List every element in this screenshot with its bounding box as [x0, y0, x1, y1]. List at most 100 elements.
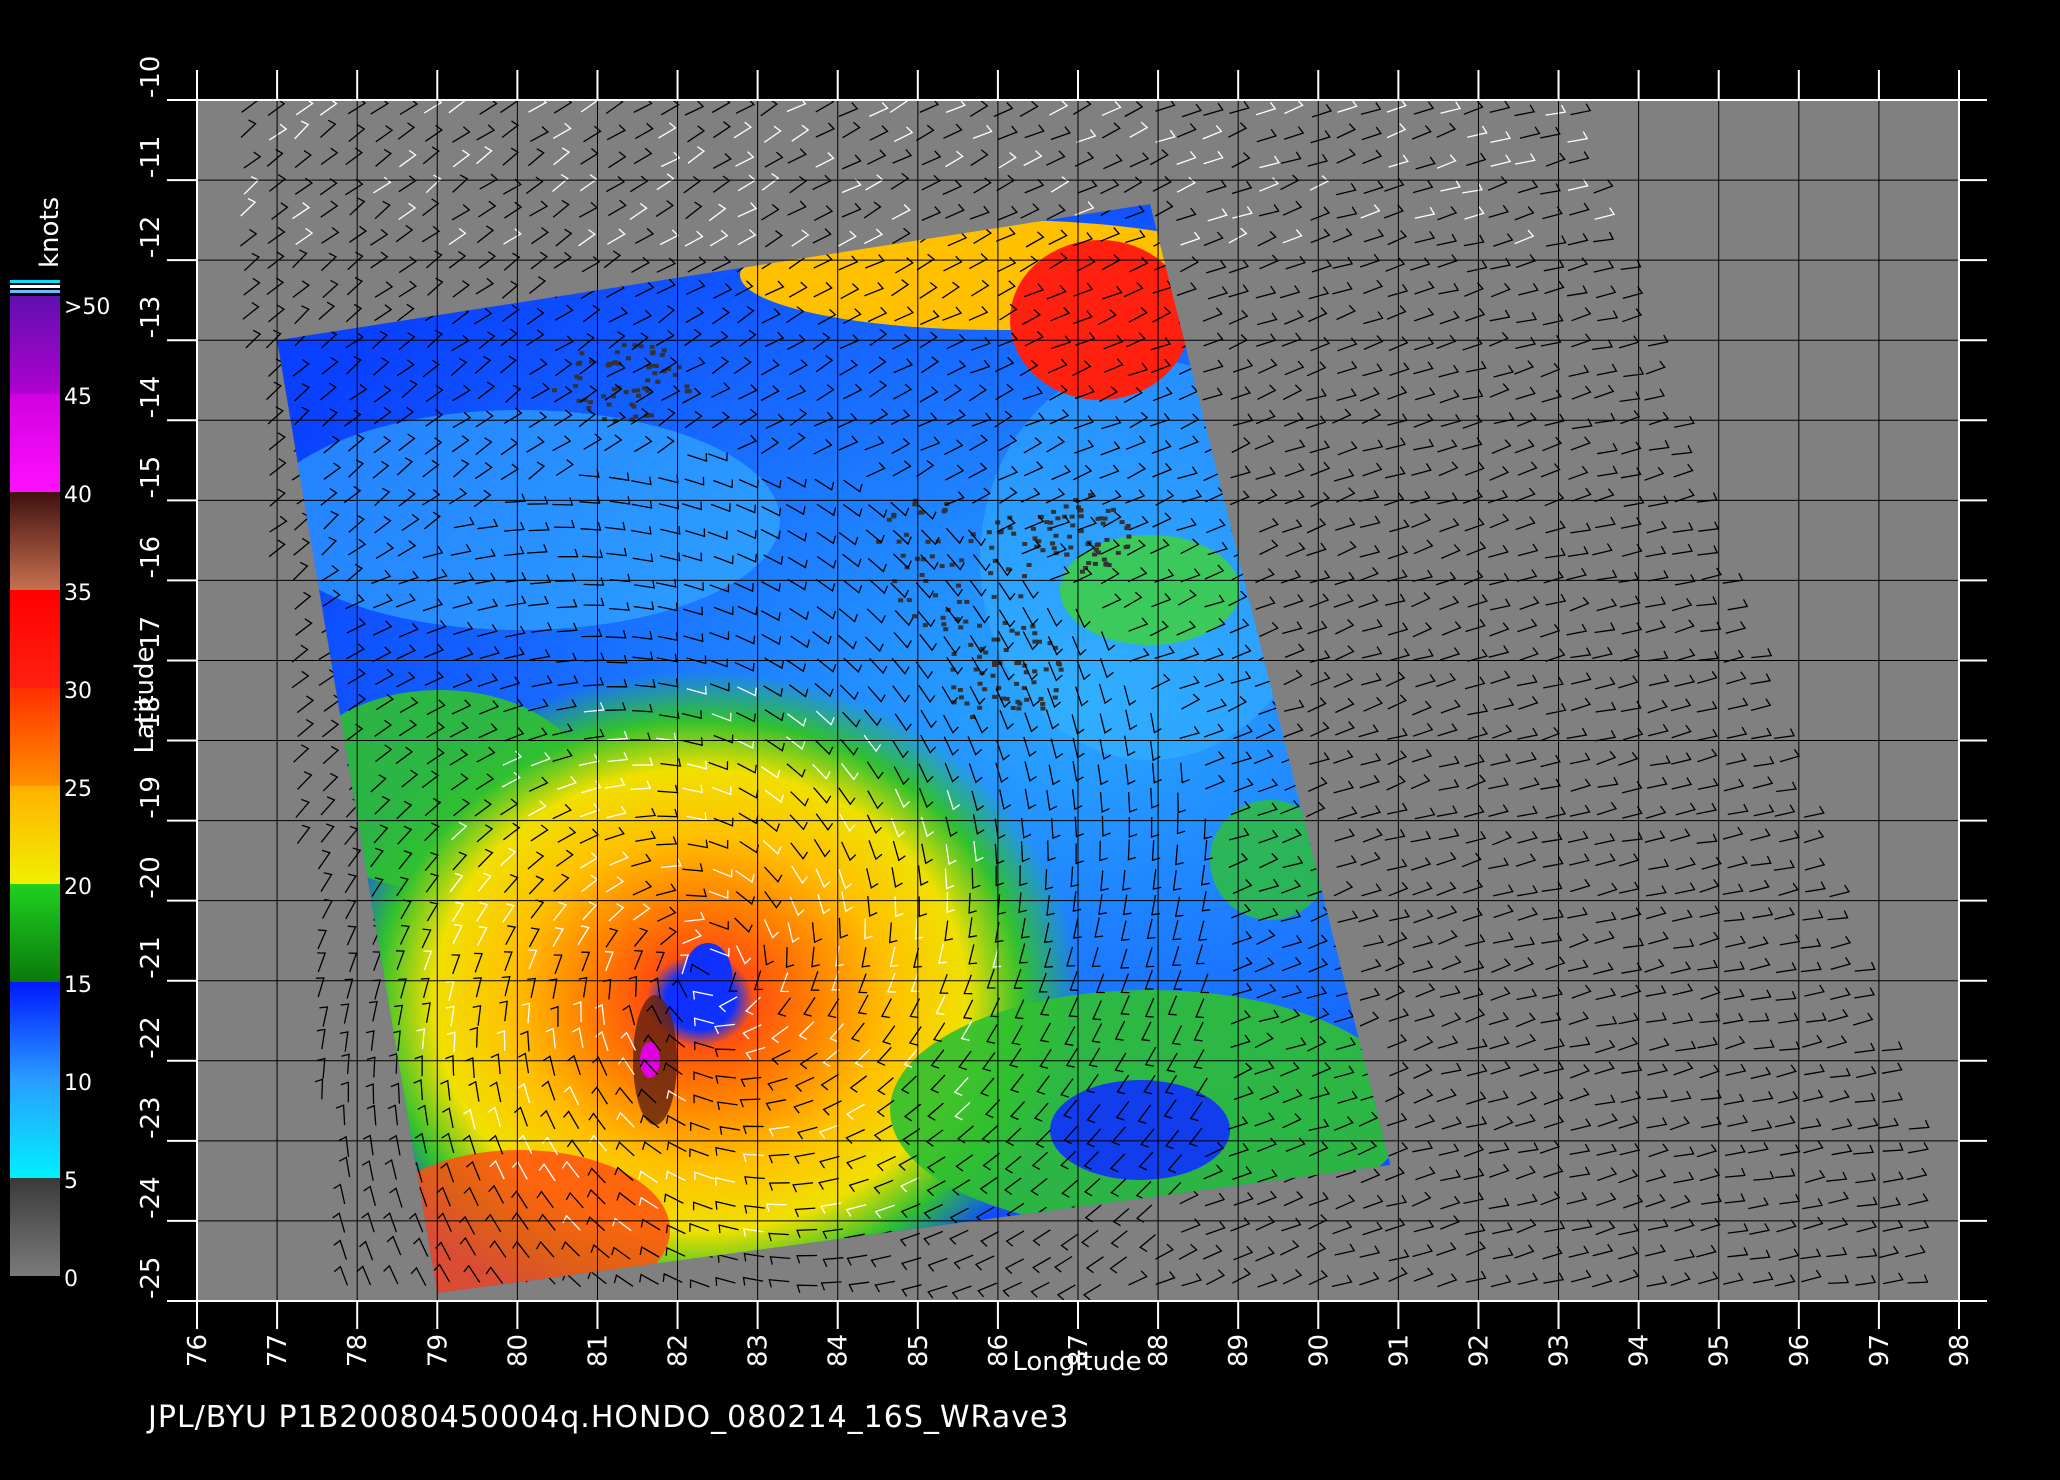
low-wind-cell [1001, 696, 1007, 701]
low-wind-cell [900, 553, 906, 558]
low-wind-cell [977, 654, 982, 659]
low-wind-cell [1031, 680, 1037, 685]
low-wind-cell [635, 388, 641, 393]
low-wind-cell [1069, 514, 1075, 519]
x-tick-label: 96 [1785, 1334, 1815, 1367]
low-wind-cell [977, 623, 982, 628]
low-wind-cell [601, 394, 607, 399]
low-wind-cell [942, 507, 948, 512]
low-wind-cell [891, 512, 897, 517]
colorbar-tick-labels: >50 45 40 35 30 25 20 15 10 5 0 [64, 295, 110, 1292]
low-wind-cell [1068, 545, 1074, 550]
x-tick-label: 88 [1144, 1334, 1174, 1367]
colorbar-tick-label: 30 [64, 679, 92, 704]
low-wind-cell [1032, 631, 1038, 636]
low-wind-cell [1115, 550, 1121, 555]
low-wind-cell [636, 393, 642, 398]
colorbar-top-cap-line-3 [10, 290, 60, 293]
low-wind-cell [1104, 537, 1110, 542]
y-tick-label: -11 [136, 136, 166, 178]
low-wind-cell [898, 598, 904, 603]
low-wind-cell [659, 353, 665, 357]
low-wind-cell [1011, 531, 1017, 536]
low-wind-cell [963, 619, 969, 624]
low-wind-cell [1064, 552, 1070, 557]
colorbar-tick-label: 15 [64, 973, 92, 998]
y-tick-label: -25 [136, 1257, 166, 1299]
low-wind-cell [642, 386, 648, 391]
x-tick-label: 77 [263, 1334, 293, 1367]
colorbar-ramp [10, 296, 60, 1276]
low-wind-cell [1040, 701, 1046, 706]
low-wind-cell [1092, 561, 1098, 566]
low-wind-cell [629, 417, 635, 422]
low-wind-cell [1102, 516, 1108, 521]
low-wind-cell [1022, 574, 1027, 579]
low-wind-cell [922, 623, 928, 628]
low-wind-cell [661, 348, 667, 353]
low-wind-cell [1056, 662, 1062, 667]
low-wind-cell [650, 351, 655, 356]
low-wind-cell [645, 378, 651, 383]
low-wind-cell [588, 400, 593, 405]
x-tick-label: 92 [1464, 1334, 1494, 1367]
low-wind-cell [959, 558, 965, 563]
colorbar-tick-label: 10 [64, 1071, 92, 1096]
low-wind-cell [1051, 546, 1057, 551]
map-plot-area: 76 77 78 79 80 81 82 83 84 85 86 87 88 89 90 91 92 93 94 95… [130, 56, 1987, 1377]
y-tick-label: -21 [136, 936, 166, 978]
colorbar-tick-label: 0 [64, 1267, 78, 1292]
low-wind-cell [1015, 699, 1021, 704]
low-wind-cell [629, 402, 635, 407]
low-wind-cell [607, 362, 613, 366]
low-wind-cell [886, 517, 892, 522]
low-wind-cell [655, 379, 661, 384]
low-wind-cell [1096, 550, 1101, 555]
low-wind-cell [977, 681, 983, 686]
low-wind-cell [1095, 516, 1101, 521]
x-tick-label: 84 [824, 1334, 854, 1367]
low-wind-cell [1101, 557, 1107, 562]
colorbar-tick-label: 40 [64, 483, 92, 508]
x-tick-label: 89 [1224, 1334, 1254, 1367]
low-wind-cell [1123, 545, 1129, 550]
colorbar-top-cap-line-1 [10, 280, 60, 283]
x-tick-label: 97 [1865, 1334, 1895, 1367]
low-wind-cell [1053, 688, 1059, 693]
low-wind-cell [1040, 548, 1046, 553]
low-wind-cell [573, 384, 579, 389]
low-wind-cell [956, 583, 961, 588]
low-wind-cell [958, 695, 964, 700]
low-wind-cell [1048, 520, 1054, 525]
low-wind-cell [649, 344, 655, 349]
x-tick-label: 94 [1625, 1334, 1655, 1367]
low-wind-cell [625, 356, 631, 361]
low-wind-cell [1043, 667, 1049, 672]
low-wind-cell [992, 694, 998, 699]
low-wind-cell [1103, 562, 1109, 567]
colorbar-tick-label: 25 [64, 777, 92, 802]
low-wind-cell [579, 351, 585, 356]
x-tick-label: 81 [583, 1334, 613, 1367]
low-wind-cell [1032, 639, 1038, 644]
low-wind-cell [623, 390, 629, 395]
x-tick-label: 95 [1705, 1334, 1735, 1367]
low-wind-cell [992, 660, 997, 665]
low-wind-cell [1070, 523, 1076, 528]
low-wind-cell [1051, 509, 1057, 514]
low-wind-cell [1037, 639, 1042, 644]
low-wind-cell [988, 571, 994, 576]
low-wind-cell [933, 593, 938, 598]
low-wind-cell [964, 599, 970, 604]
low-wind-cell [983, 650, 989, 655]
low-wind-cell [1024, 697, 1030, 702]
low-wind-cell [1055, 516, 1061, 521]
low-wind-cell [1119, 520, 1125, 525]
low-wind-cell [1014, 681, 1020, 686]
x-tick-label: 98 [1945, 1334, 1975, 1367]
low-wind-cell [1032, 669, 1038, 674]
low-wind-cell [1079, 569, 1085, 574]
y-tick-label: -14 [136, 376, 166, 418]
low-wind-cell [686, 389, 692, 394]
x-tick-label: 93 [1545, 1334, 1575, 1367]
